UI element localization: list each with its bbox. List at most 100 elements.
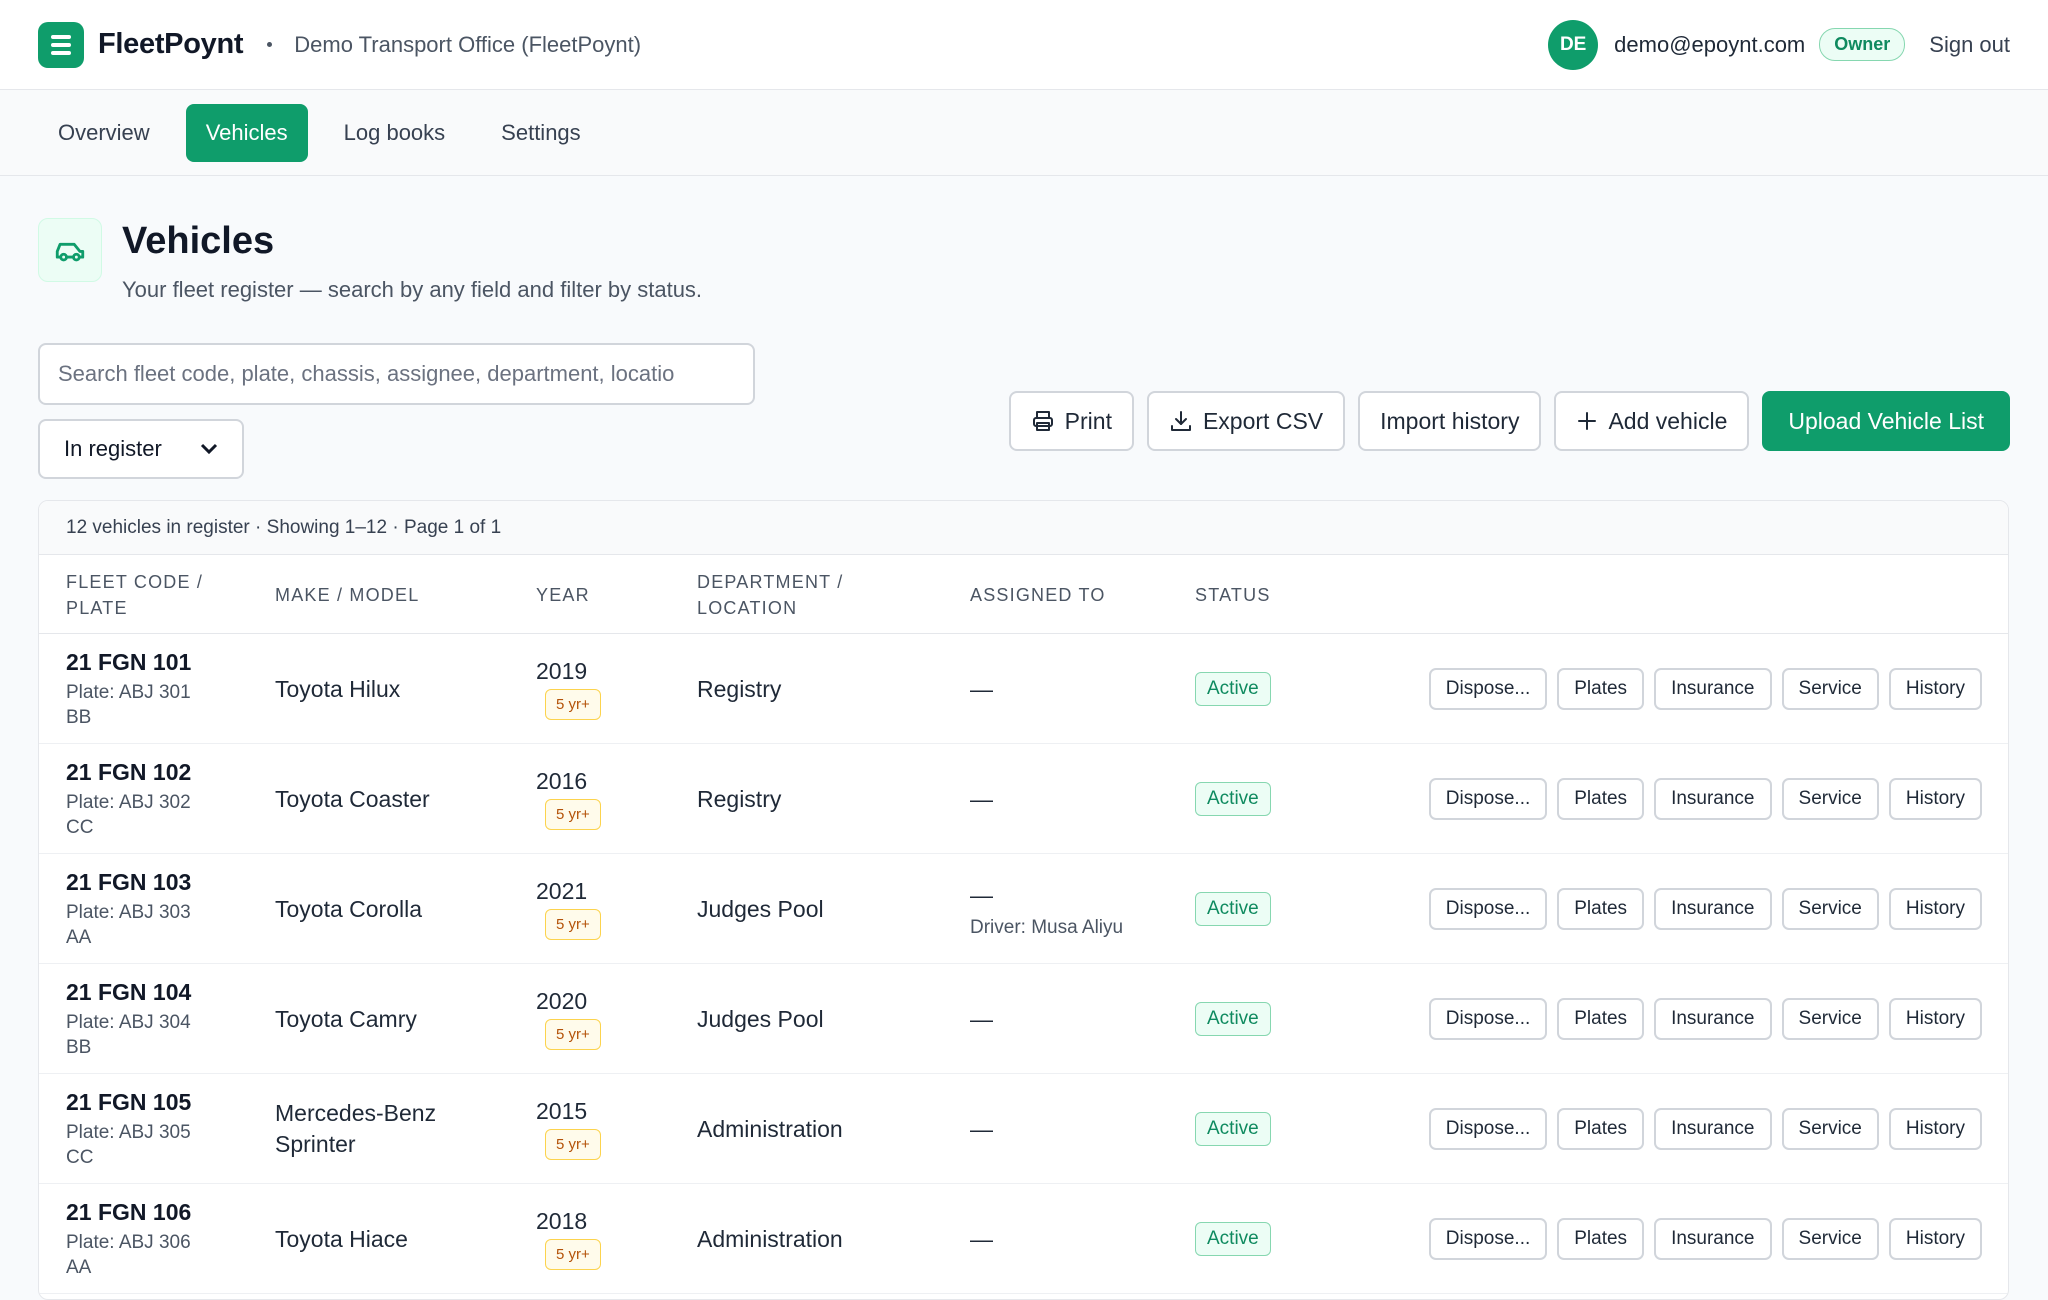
plates-button[interactable]: Plates (1557, 1218, 1645, 1260)
fleet-code[interactable]: 21 FGN 101 (66, 649, 216, 676)
status-filter-select[interactable]: In register (38, 419, 244, 479)
column-header-department[interactable]: DEPARTMENT / LOCATION (697, 555, 843, 634)
insurance-button[interactable]: Insurance (1654, 1218, 1772, 1260)
year: 2016 (536, 768, 588, 794)
column-header-make-model[interactable]: MAKE / MODEL (275, 555, 419, 634)
import-history-button[interactable]: Import history (1358, 391, 1542, 451)
department-cell: Administration (697, 1074, 843, 1184)
assigned-to: — (970, 881, 993, 908)
print-button[interactable]: Print (1008, 391, 1134, 451)
history-button[interactable]: History (1888, 888, 1982, 930)
sign-out-link[interactable]: Sign out (1929, 32, 2010, 58)
assigned-cell: — (970, 964, 993, 1074)
year-cell: 2021 5 yr+ (536, 854, 601, 964)
history-button[interactable]: History (1888, 1218, 1982, 1260)
car-icon (38, 218, 102, 282)
history-button[interactable]: History (1888, 998, 1982, 1040)
status-cell: Active (1195, 744, 1271, 854)
row-actions: Dispose... Plates Insurance Service History (1428, 1074, 1982, 1184)
dispose-button[interactable]: Dispose... (1428, 778, 1548, 820)
upload-vehicle-list-button[interactable]: Upload Vehicle List (1762, 391, 2010, 451)
service-button[interactable]: Service (1781, 778, 1879, 820)
insurance-button[interactable]: Insurance (1654, 888, 1772, 930)
page-heading: Vehicles Your fleet register — search by… (0, 176, 2048, 303)
status-cell: Active (1195, 634, 1271, 744)
app-logo-icon[interactable] (38, 21, 84, 68)
service-button[interactable]: Service (1781, 668, 1879, 710)
fleet-code[interactable]: 21 FGN 102 (66, 759, 216, 786)
fleet-code[interactable]: 21 FGN 106 (66, 1199, 216, 1226)
status-badge: Active (1195, 672, 1271, 706)
table-summary: 12 vehicles in register · Showing 1–12 ·… (39, 501, 2008, 555)
plates-button[interactable]: Plates (1557, 1108, 1645, 1150)
download-icon (1170, 411, 1191, 431)
plates-button[interactable]: Plates (1557, 668, 1645, 710)
service-button[interactable]: Service (1781, 888, 1879, 930)
year: 2019 (536, 658, 588, 684)
tab-log-books[interactable]: Log books (324, 104, 466, 162)
make-model-cell: Toyota Hilux (275, 634, 495, 744)
service-button[interactable]: Service (1781, 1108, 1879, 1150)
insurance-button[interactable]: Insurance (1654, 778, 1772, 820)
plate-number: Plate: ABJ 303 AA (66, 901, 191, 948)
export-csv-button[interactable]: Export CSV (1146, 391, 1346, 451)
age-badge: 5 yr+ (545, 1129, 601, 1160)
status-cell: Active (1195, 1184, 1271, 1294)
service-button[interactable]: Service (1781, 1218, 1879, 1260)
year-cell: 2019 5 yr+ (536, 634, 601, 744)
fleet-code[interactable]: 21 FGN 103 (66, 869, 216, 896)
tab-vehicles[interactable]: Vehicles (185, 103, 308, 162)
row-actions: Dispose... Plates Insurance Service History (1428, 634, 1982, 744)
column-header-assigned-to[interactable]: ASSIGNED TO (970, 555, 1106, 634)
role-badge: Owner (1819, 28, 1906, 61)
assigned-driver: Driver: Musa Aliyu (970, 916, 1124, 938)
column-header-status[interactable]: STATUS (1195, 555, 1271, 634)
tab-settings[interactable]: Settings (481, 104, 601, 162)
assigned-to: — (970, 1005, 993, 1032)
dispose-button[interactable]: Dispose... (1428, 1218, 1548, 1260)
department: Registry (697, 675, 782, 702)
dispose-button[interactable]: Dispose... (1428, 1108, 1548, 1150)
department-cell: Judges Pool (697, 964, 824, 1074)
export-csv-label: Export CSV (1202, 407, 1324, 434)
history-button[interactable]: History (1888, 778, 1982, 820)
plates-button[interactable]: Plates (1557, 998, 1645, 1040)
avatar[interactable]: DE (1548, 19, 1599, 70)
insurance-button[interactable]: Insurance (1654, 1108, 1772, 1150)
department-cell: Registry (697, 744, 781, 854)
history-button[interactable]: History (1888, 1108, 1982, 1150)
add-vehicle-button[interactable]: Add vehicle (1554, 391, 1750, 451)
make-model: Toyota Coaster (275, 785, 430, 812)
plates-button[interactable]: Plates (1557, 778, 1645, 820)
department: Registry (697, 785, 782, 812)
department: Judges Pool (697, 1005, 824, 1032)
brand-name[interactable]: FleetPoynt (98, 28, 244, 61)
fleet-code[interactable]: 21 FGN 105 (66, 1089, 216, 1116)
make-model-cell: Toyota Hiace (275, 1184, 495, 1294)
insurance-button[interactable]: Insurance (1654, 668, 1772, 710)
status-filter-value: In register (64, 436, 162, 461)
row-actions: Dispose... Plates Insurance Service History (1428, 1184, 1982, 1294)
department-cell: Administration (697, 1184, 843, 1294)
year: 2020 (536, 988, 588, 1014)
age-badge: 5 yr+ (545, 1019, 601, 1050)
dispose-button[interactable]: Dispose... (1428, 668, 1548, 710)
column-header-year[interactable]: YEAR (536, 555, 590, 634)
search-input[interactable] (38, 343, 755, 405)
fleet-code[interactable]: 21 FGN 104 (66, 979, 216, 1006)
dispose-button[interactable]: Dispose... (1428, 998, 1548, 1040)
department: Administration (697, 1115, 843, 1142)
insurance-button[interactable]: Insurance (1654, 998, 1772, 1040)
plates-button[interactable]: Plates (1557, 888, 1645, 930)
add-vehicle-label: Add vehicle (1608, 407, 1728, 434)
fleet-code-cell: 21 FGN 103 Plate: ABJ 303 AA (66, 854, 216, 964)
dispose-button[interactable]: Dispose... (1428, 888, 1548, 930)
tab-overview[interactable]: Overview (38, 104, 170, 162)
year: 2015 (536, 1098, 588, 1124)
table-row: 21 FGN 104 Plate: ABJ 304 BB Toyota Camry 2… (39, 964, 2008, 1074)
column-header-fleet-code[interactable]: FLEET CODE / PLATE (66, 555, 203, 634)
plate-number: Plate: ABJ 302 CC (66, 791, 191, 838)
history-button[interactable]: History (1888, 668, 1982, 710)
service-button[interactable]: Service (1781, 998, 1879, 1040)
table-row: 21 FGN 106 Plate: ABJ 306 AA Toyota Hiace 2… (39, 1184, 2008, 1294)
